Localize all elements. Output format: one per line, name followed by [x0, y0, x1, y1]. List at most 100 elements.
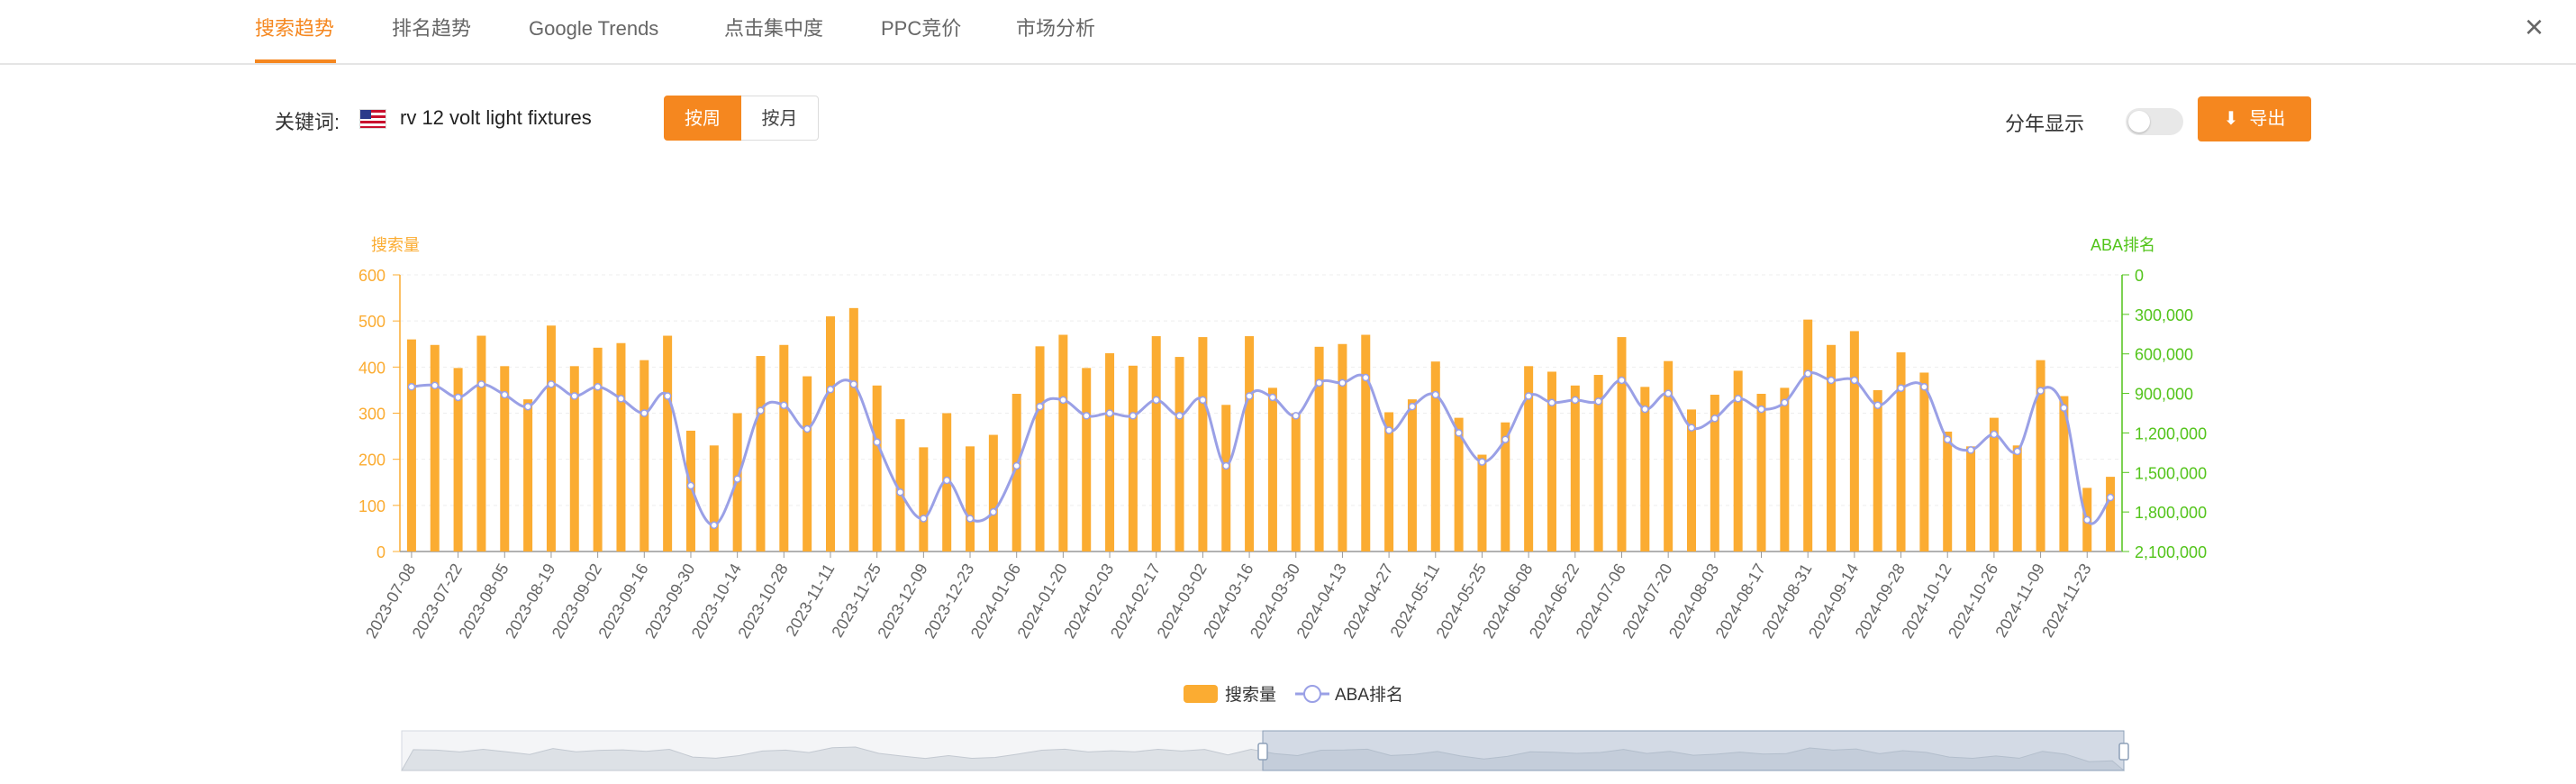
data-zoom-handle-end[interactable]	[2118, 743, 2129, 761]
bar-search-volume[interactable]	[872, 385, 882, 552]
point-aba-rank[interactable]	[547, 380, 556, 388]
point-aba-rank[interactable]	[1455, 429, 1463, 437]
bar-search-volume[interactable]	[616, 342, 626, 552]
point-aba-rank[interactable]	[2060, 404, 2068, 412]
point-aba-rank[interactable]	[1501, 435, 1510, 443]
point-aba-rank[interactable]	[686, 481, 695, 490]
bar-search-volume[interactable]	[919, 447, 929, 552]
point-aba-rank[interactable]	[1966, 446, 1975, 454]
bar-search-volume[interactable]	[1407, 399, 1417, 552]
point-aba-rank[interactable]	[1199, 396, 1207, 405]
point-aba-rank[interactable]	[594, 383, 602, 391]
bar-search-volume[interactable]	[1128, 365, 1138, 552]
bar-search-volume[interactable]	[1175, 357, 1184, 552]
point-aba-rank[interactable]	[1408, 402, 1417, 411]
bar-search-volume[interactable]	[988, 434, 998, 552]
point-aba-rank[interactable]	[1036, 402, 1044, 411]
point-aba-rank[interactable]	[1803, 369, 1812, 378]
point-aba-rank[interactable]	[1082, 412, 1091, 420]
bar-search-volume[interactable]	[1361, 334, 1371, 552]
bar-search-volume[interactable]	[826, 316, 835, 552]
data-zoom-selection[interactable]	[1262, 730, 2125, 771]
point-aba-rank[interactable]	[873, 438, 881, 446]
point-aba-rank[interactable]	[826, 385, 835, 394]
point-aba-rank[interactable]	[1571, 396, 1580, 405]
bar-search-volume[interactable]	[1221, 405, 1231, 552]
bar-search-volume[interactable]	[1338, 343, 1347, 552]
point-aba-rank[interactable]	[1920, 383, 1928, 391]
point-aba-rank[interactable]	[920, 515, 928, 523]
point-aba-rank[interactable]	[1943, 435, 1952, 443]
point-aba-rank[interactable]	[663, 392, 672, 400]
bar-search-volume[interactable]	[1198, 337, 1208, 552]
bar-search-volume[interactable]	[593, 347, 603, 552]
bar-search-volume[interactable]	[430, 344, 440, 552]
bar-search-volume[interactable]	[848, 307, 858, 552]
point-aba-rank[interactable]	[1315, 378, 1323, 387]
bar-search-volume[interactable]	[779, 344, 789, 552]
point-aba-rank[interactable]	[849, 380, 858, 388]
point-aba-rank[interactable]	[1384, 426, 1393, 434]
bar-search-volume[interactable]	[1966, 446, 1976, 552]
point-aba-rank[interactable]	[407, 383, 416, 391]
point-aba-rank[interactable]	[1478, 458, 1486, 466]
point-aba-rank[interactable]	[2013, 447, 2021, 456]
bar-search-volume[interactable]	[1477, 454, 1487, 552]
bar-search-volume[interactable]	[1849, 331, 1859, 552]
point-aba-rank[interactable]	[2036, 387, 2045, 395]
point-aba-rank[interactable]	[2082, 515, 2091, 524]
bar-search-volume[interactable]	[966, 446, 975, 552]
point-aba-rank[interactable]	[989, 507, 998, 516]
point-aba-rank[interactable]	[1524, 392, 1533, 400]
point-aba-rank[interactable]	[1664, 389, 1673, 397]
point-aba-rank[interactable]	[710, 521, 719, 530]
point-aba-rank[interactable]	[523, 402, 532, 411]
point-aba-rank[interactable]	[733, 475, 741, 483]
point-aba-rank[interactable]	[570, 392, 579, 400]
bar-search-volume[interactable]	[1919, 372, 1929, 552]
bar-search-volume[interactable]	[1896, 351, 1906, 552]
point-aba-rank[interactable]	[454, 393, 462, 402]
point-aba-rank[interactable]	[617, 395, 625, 403]
bar-search-volume[interactable]	[709, 445, 719, 552]
bar-search-volume[interactable]	[663, 335, 673, 552]
point-aba-rank[interactable]	[803, 424, 812, 433]
bar-search-volume[interactable]	[1151, 336, 1161, 552]
bar-search-volume[interactable]	[639, 360, 649, 552]
bar-search-volume[interactable]	[1780, 387, 1790, 552]
point-aba-rank[interactable]	[1641, 405, 1649, 414]
point-aba-rank[interactable]	[942, 476, 951, 485]
point-aba-rank[interactable]	[477, 380, 485, 388]
point-aba-rank[interactable]	[1362, 373, 1370, 382]
point-aba-rank[interactable]	[966, 515, 975, 523]
point-aba-rank[interactable]	[1152, 396, 1160, 405]
point-aba-rank[interactable]	[1781, 398, 1789, 407]
bar-search-volume[interactable]	[1803, 319, 1813, 552]
point-aba-rank[interactable]	[1012, 461, 1020, 470]
point-aba-rank[interactable]	[1221, 461, 1230, 470]
point-aba-rank[interactable]	[1129, 412, 1138, 420]
bar-search-volume[interactable]	[1943, 431, 1953, 552]
point-aba-rank[interactable]	[1618, 376, 1626, 385]
point-aba-rank[interactable]	[1897, 384, 1905, 392]
bar-search-volume[interactable]	[1314, 346, 1324, 552]
point-aba-rank[interactable]	[1594, 397, 1602, 406]
bar-search-volume[interactable]	[1035, 346, 1045, 552]
point-aba-rank[interactable]	[1431, 390, 1440, 399]
bar-search-volume[interactable]	[756, 356, 766, 552]
bar-search-volume[interactable]	[546, 325, 556, 552]
bar-search-volume[interactable]	[803, 376, 812, 552]
bar-search-volume[interactable]	[1245, 336, 1255, 552]
bar-search-volume[interactable]	[1105, 352, 1115, 552]
point-aba-rank[interactable]	[1990, 430, 1999, 439]
data-zoom-handle-start[interactable]	[1257, 743, 1268, 761]
point-aba-rank[interactable]	[757, 406, 765, 415]
bar-search-volume[interactable]	[1291, 413, 1301, 552]
bar-search-volume[interactable]	[2012, 445, 2022, 552]
bar-search-volume[interactable]	[1082, 368, 1092, 552]
bar-search-volume[interactable]	[406, 339, 416, 552]
point-aba-rank[interactable]	[1245, 392, 1254, 400]
point-aba-rank[interactable]	[1105, 409, 1114, 417]
point-aba-rank[interactable]	[1850, 376, 1859, 385]
bar-search-volume[interactable]	[1430, 361, 1440, 552]
